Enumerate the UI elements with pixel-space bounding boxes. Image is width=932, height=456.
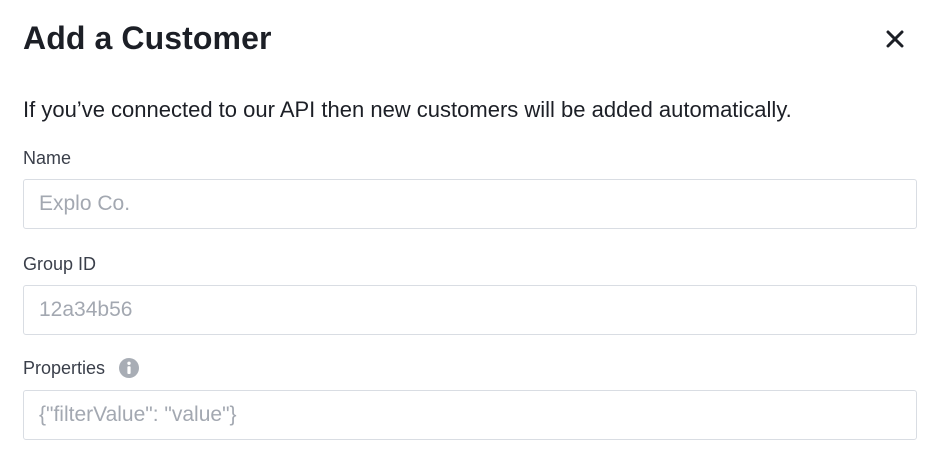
info-icon[interactable] — [118, 357, 140, 379]
modal-description: If you’ve connected to our API then new … — [23, 97, 792, 122]
properties-label-text: Properties — [23, 358, 106, 378]
name-input[interactable] — [23, 179, 917, 229]
group-id-label: Group ID — [23, 253, 96, 275]
name-label: Name — [23, 147, 71, 169]
add-customer-modal: Add a Customer If you’ve connected to ou… — [0, 0, 932, 456]
close-icon — [886, 30, 904, 48]
modal-title: Add a Customer — [23, 20, 272, 56]
close-button[interactable] — [880, 24, 910, 54]
group-id-label-text: Group ID — [23, 254, 97, 274]
name-label-text: Name — [23, 148, 72, 168]
properties-input[interactable] — [23, 390, 917, 440]
group-id-input[interactable] — [23, 285, 917, 335]
properties-label: Properties — [23, 357, 140, 379]
